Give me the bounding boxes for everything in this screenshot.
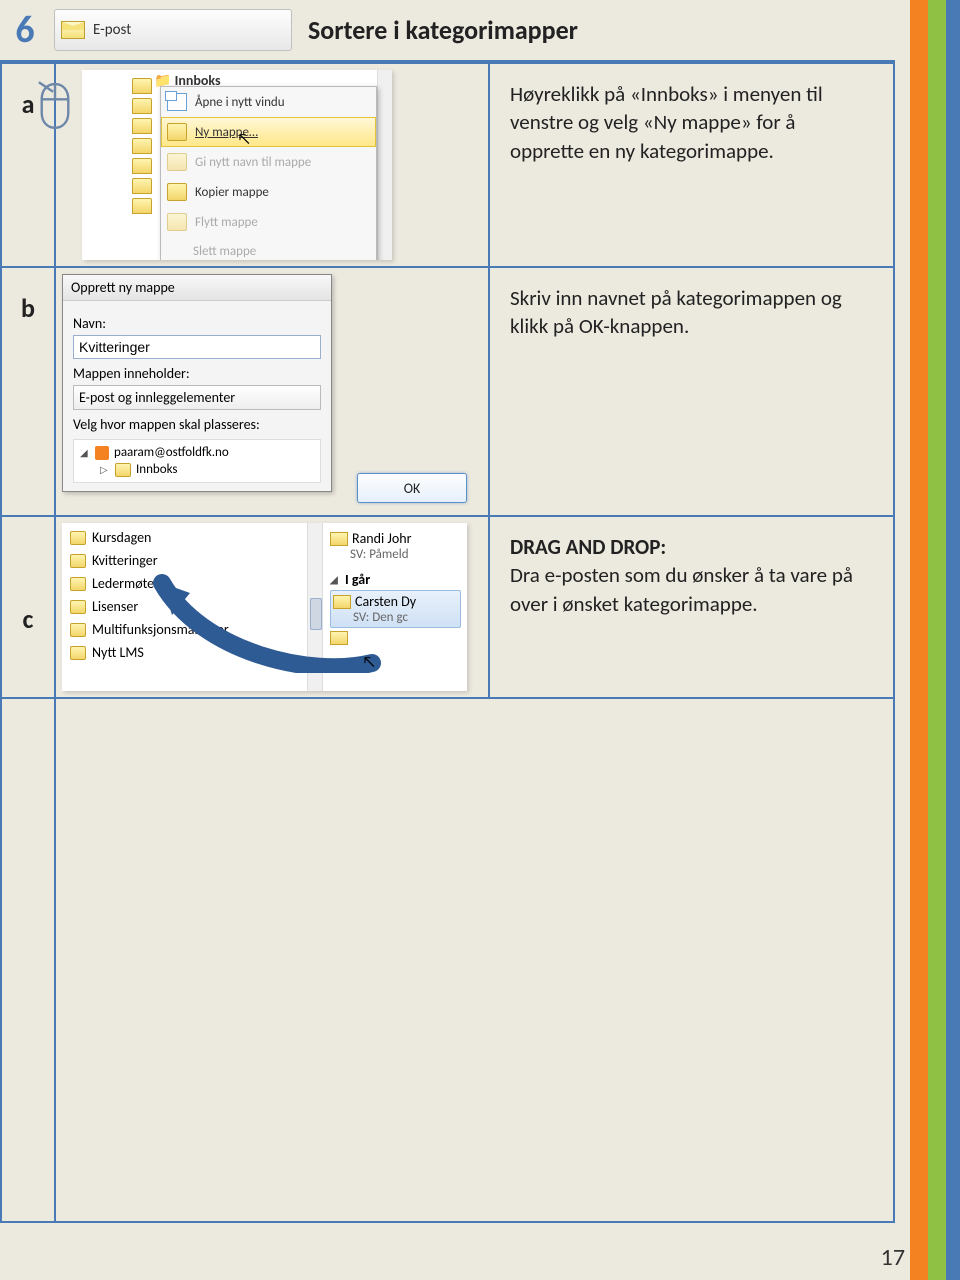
mail-icon bbox=[330, 631, 348, 645]
new-window-icon bbox=[167, 93, 187, 111]
screenshot-cell-c: Kursdagen Kvitteringer Ledermøter Lisens… bbox=[55, 516, 489, 698]
collapse-icon[interactable]: ◢ bbox=[330, 573, 340, 586]
desc-text-a: Høyreklikk på «Innboks» i menyen til ven… bbox=[510, 81, 823, 164]
desc-cell-c: DRAG AND DROP: Dra e-posten som du ønske… bbox=[489, 516, 894, 698]
ok-button[interactable]: OK bbox=[357, 473, 467, 503]
section-number: 6 bbox=[0, 7, 50, 53]
folder-icon bbox=[132, 138, 152, 154]
ctx-open-new-window[interactable]: Åpne i nytt vindu bbox=[161, 87, 376, 117]
mail-item-selected[interactable]: Carsten Dy SV: Den gc bbox=[330, 590, 461, 628]
screenshot-c: Kursdagen Kvitteringer Ledermøter Lisens… bbox=[62, 523, 467, 691]
folder-icon bbox=[70, 623, 86, 637]
contains-combo[interactable]: E-post og innleggelementer bbox=[73, 385, 321, 410]
folder-tree-column bbox=[132, 78, 152, 214]
step-row-b: b Opprett ny mappe Navn: Mappen innehold… bbox=[1, 267, 894, 516]
desc-cell-a: Høyreklikk på «Innboks» i menyen til ven… bbox=[489, 63, 894, 267]
folder-icon bbox=[132, 198, 152, 214]
epost-badge-label: E-post bbox=[93, 21, 131, 39]
desc-text-b: Skriv inn navnet på kategorimappen og kl… bbox=[510, 285, 842, 339]
ctx-delete-folder: Slett mappe bbox=[161, 237, 376, 260]
create-folder-dialog: Opprett ny mappe Navn: Mappen inneholder… bbox=[62, 274, 332, 492]
scrollbar[interactable] bbox=[307, 523, 323, 691]
section-title: Sortere i kategorimapper bbox=[308, 14, 578, 46]
screenshot-cell-a: 📁 Innboks Åpne i nytt vindu Ny mappe… bbox=[55, 63, 489, 267]
folder-list: Kursdagen Kvitteringer Ledermøter Lisens… bbox=[70, 529, 229, 661]
contains-label: Mappen inneholder: bbox=[73, 365, 321, 382]
context-menu: Åpne i nytt vindu Ny mappe… Gi nytt navn… bbox=[160, 86, 377, 260]
folder-delete-icon bbox=[167, 243, 185, 259]
folder-icon bbox=[115, 463, 131, 477]
folder-rename-icon bbox=[167, 153, 187, 171]
side-stripe-orange bbox=[910, 0, 928, 1280]
empty-row bbox=[1, 698, 894, 1222]
folder-item[interactable]: Multifunksjonsmaskiner bbox=[70, 621, 229, 638]
name-label: Navn: bbox=[73, 315, 321, 332]
cursor-icon: ↖ bbox=[362, 653, 376, 672]
steps-table: a bbox=[0, 62, 895, 1223]
step-row-a: a bbox=[1, 63, 894, 267]
mail-item[interactable] bbox=[330, 628, 461, 648]
screenshot-cell-b: Opprett ny mappe Navn: Mappen inneholder… bbox=[55, 267, 489, 516]
folder-icon bbox=[70, 646, 86, 660]
ctx-new-folder[interactable]: Ny mappe… bbox=[161, 117, 376, 147]
dialog-title: Opprett ny mappe bbox=[63, 275, 331, 301]
folder-copy-icon bbox=[167, 183, 187, 201]
folder-name-input[interactable] bbox=[73, 335, 321, 359]
epost-badge: E-post bbox=[54, 9, 292, 51]
folder-item[interactable]: Kursdagen bbox=[70, 529, 229, 546]
folder-icon bbox=[70, 554, 86, 568]
folder-icon bbox=[70, 577, 86, 591]
folder-icon bbox=[132, 98, 152, 114]
scrollbar[interactable] bbox=[377, 70, 392, 260]
envelope-icon bbox=[61, 21, 85, 39]
screenshot-b: Opprett ny mappe Navn: Mappen inneholder… bbox=[62, 274, 467, 509]
folder-item[interactable]: Lisenser bbox=[70, 598, 229, 615]
screenshot-a: 📁 Innboks Åpne i nytt vindu Ny mappe… bbox=[82, 70, 392, 260]
side-stripe-blue bbox=[946, 0, 960, 1280]
mail-icon bbox=[330, 532, 348, 546]
mouse-icon bbox=[36, 80, 74, 130]
folder-icon bbox=[132, 78, 152, 94]
folder-item[interactable]: Ledermøter bbox=[70, 575, 229, 592]
mail-item[interactable]: Randi Johr SV: Påmeld bbox=[330, 527, 461, 565]
folder-icon bbox=[167, 123, 187, 141]
folder-item[interactable]: Kvitteringer bbox=[70, 552, 229, 569]
folder-icon bbox=[132, 178, 152, 194]
folder-icon bbox=[70, 600, 86, 614]
step-label-c: c bbox=[1, 516, 55, 698]
folder-item[interactable]: Nytt LMS bbox=[70, 644, 229, 661]
desc-text-c: Dra e-posten som du ønsker å ta vare på … bbox=[510, 562, 853, 616]
section-header: 6 E-post Sortere i kategorimapper bbox=[0, 0, 895, 62]
account-icon bbox=[95, 446, 109, 460]
desc-cell-b: Skriv inn navnet på kategorimappen og kl… bbox=[489, 267, 894, 516]
expand-icon[interactable]: ▷ bbox=[100, 463, 110, 476]
desc-heading-c: DRAG AND DROP: bbox=[510, 534, 666, 560]
tree-inbox-row[interactable]: ▷ Innboks bbox=[80, 461, 314, 478]
page-number: 17 bbox=[881, 1243, 905, 1272]
mail-group-header[interactable]: ◢I går bbox=[330, 571, 461, 588]
tree-account-row[interactable]: ◢ paaram@ostfoldfk.no bbox=[80, 444, 314, 461]
mail-list: Randi Johr SV: Påmeld ◢I går Carsten Dy … bbox=[324, 523, 467, 652]
folder-icon bbox=[132, 118, 152, 134]
place-label: Velg hvor mappen skal plasseres: bbox=[73, 416, 321, 433]
placement-tree[interactable]: ◢ paaram@ostfoldfk.no ▷ Innboks bbox=[73, 439, 321, 483]
collapse-icon[interactable]: ◢ bbox=[80, 446, 90, 459]
mail-icon bbox=[333, 595, 351, 609]
ctx-rename-folder: Gi nytt navn til mappe bbox=[161, 147, 376, 177]
step-row-c: c Kursdagen Kvitteringer Ledermøter Lise… bbox=[1, 516, 894, 698]
folder-icon bbox=[70, 531, 86, 545]
ctx-move-folder: Flytt mappe bbox=[161, 207, 376, 237]
ctx-copy-folder[interactable]: Kopier mappe bbox=[161, 177, 376, 207]
folder-move-icon bbox=[167, 213, 187, 231]
scrollbar-handle[interactable] bbox=[310, 598, 322, 630]
folder-icon bbox=[132, 158, 152, 174]
side-stripe-green bbox=[928, 0, 946, 1280]
step-label-b: b bbox=[1, 267, 55, 516]
content-area: 6 E-post Sortere i kategorimapper a bbox=[0, 0, 895, 1223]
